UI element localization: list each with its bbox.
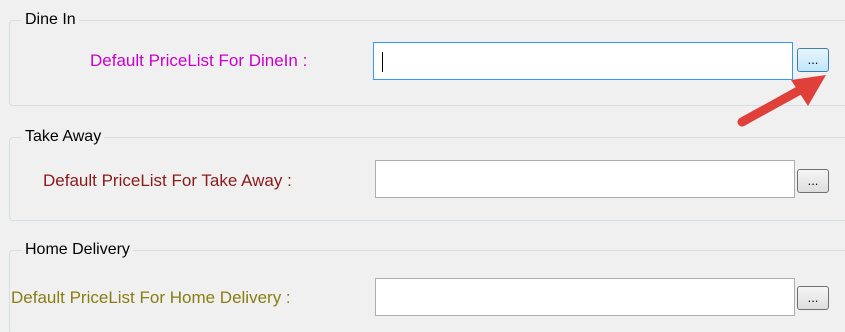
home-delivery-browse-button[interactable]: ... — [797, 286, 829, 310]
take-away-group-title: Take Away — [22, 126, 105, 148]
dine-in-browse-button[interactable]: ... — [797, 48, 829, 72]
text-caret — [382, 52, 383, 72]
take-away-pricelist-input[interactable] — [375, 160, 795, 198]
take-away-pricelist-label: Default PriceList For Take Away : — [43, 171, 292, 190]
take-away-browse-button[interactable]: ... — [797, 169, 829, 193]
home-delivery-pricelist-label: Default PriceList For Home Delivery : — [11, 288, 291, 307]
home-delivery-group-title: Home Delivery — [22, 239, 133, 261]
dine-in-group-title: Dine In — [22, 9, 79, 31]
home-delivery-pricelist-input[interactable] — [375, 278, 795, 316]
dine-in-pricelist-input[interactable] — [373, 42, 793, 80]
dine-in-pricelist-label: Default PriceList For DineIn : — [90, 51, 308, 70]
pricelist-settings-panel: Dine In Default PriceList For DineIn : .… — [0, 0, 845, 332]
